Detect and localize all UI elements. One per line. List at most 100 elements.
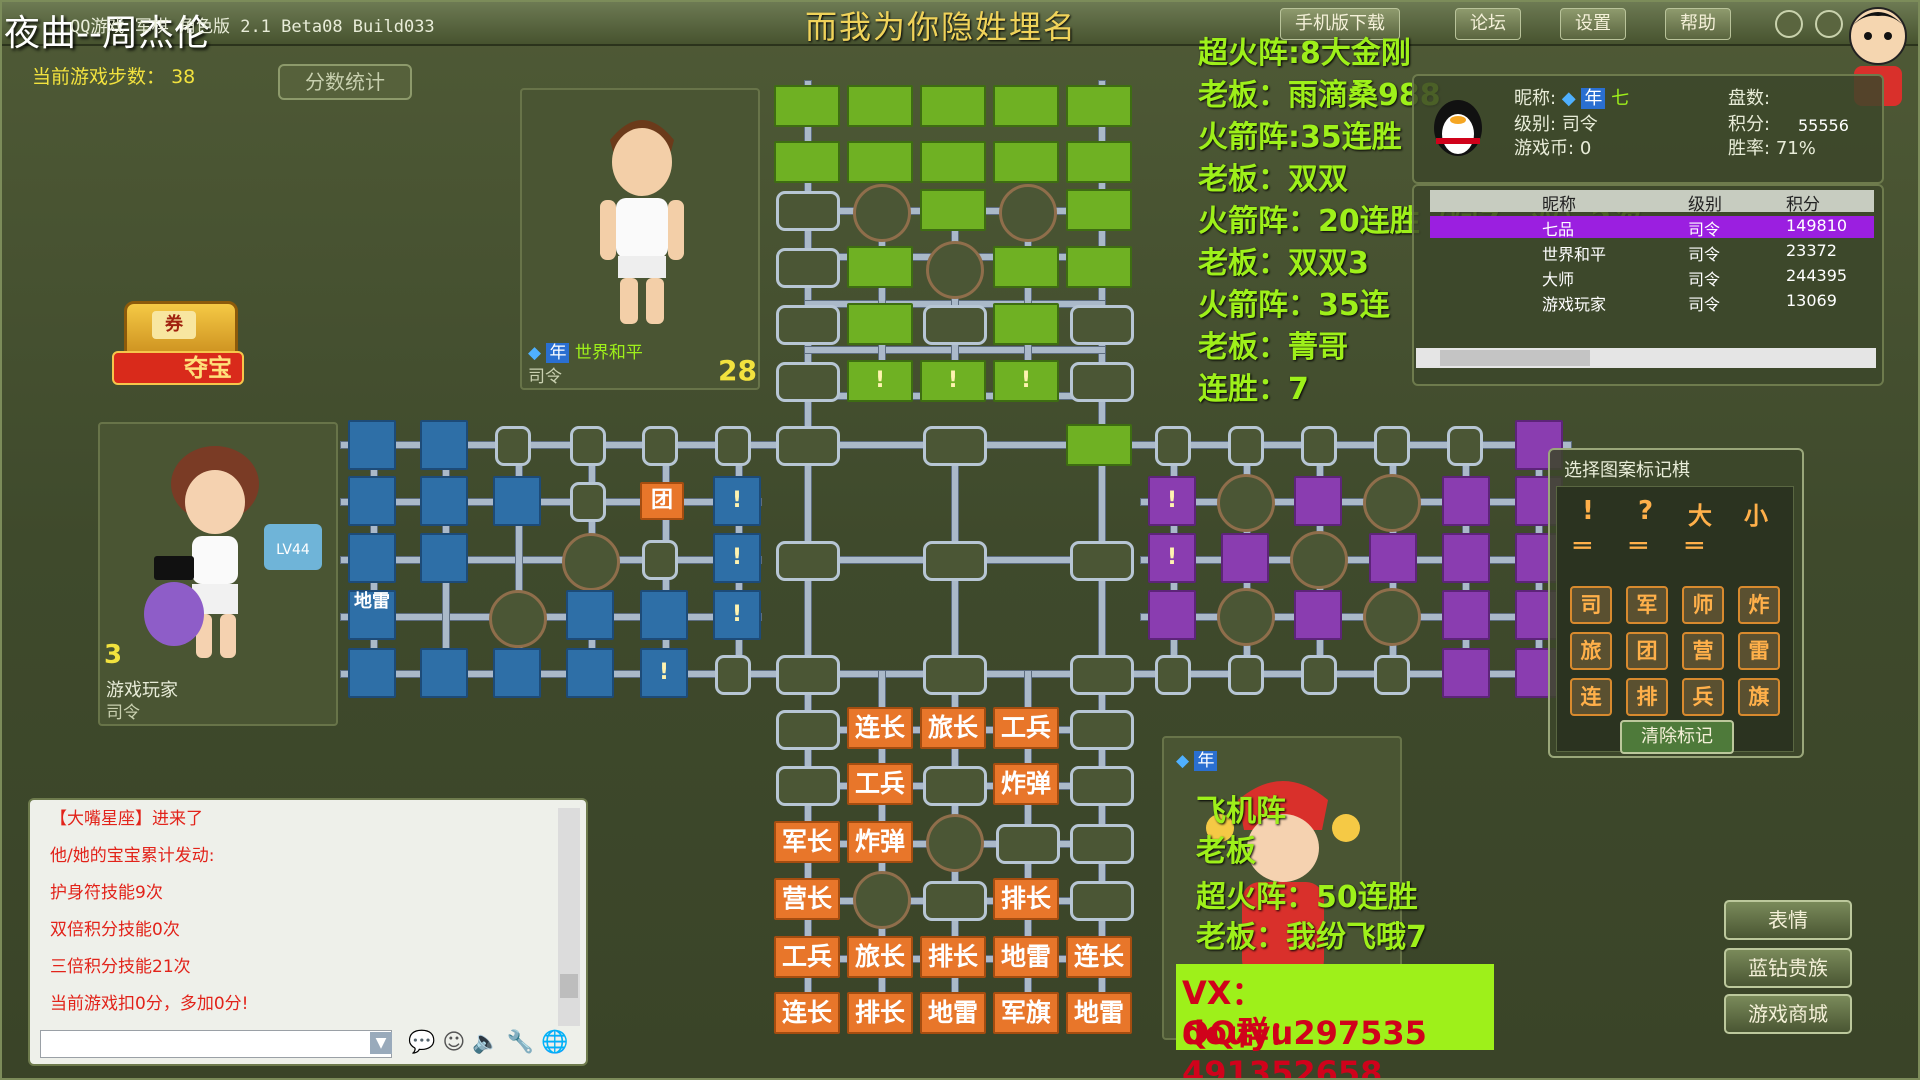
settings-button[interactable]: 设置 bbox=[1560, 8, 1626, 40]
row-name: 游戏玩家 bbox=[1542, 295, 1607, 314]
my-piece[interactable]: 地雷 bbox=[920, 992, 986, 1034]
my-piece[interactable]: 地雷 bbox=[1066, 992, 1132, 1034]
mark-piece-button[interactable]: 司 bbox=[1570, 586, 1612, 624]
mark-piece-button[interactable]: 团 bbox=[1626, 632, 1668, 670]
step-counter: 当前游戏步数： 38 bbox=[32, 62, 195, 89]
coins-value: 0 bbox=[1579, 138, 1592, 159]
treasure-chest[interactable]: 券 夺宝 bbox=[112, 295, 247, 390]
mark-tag[interactable]: ! bbox=[640, 648, 688, 698]
my-piece[interactable]: 旅长 bbox=[847, 936, 913, 978]
contact-box: VX：douyu297535 QQ群：491352658 bbox=[1176, 964, 1494, 1080]
mark-symbol[interactable]: ? bbox=[1638, 496, 1653, 526]
mark-tag[interactable]: ! bbox=[847, 360, 913, 402]
table-row[interactable]: 七品 司令 149810 bbox=[1430, 216, 1874, 239]
mark-piece-button[interactable]: 兵 bbox=[1682, 678, 1724, 716]
overlay-line: 老板 bbox=[1196, 834, 1256, 869]
player-list-panel: 昵称 级别 积分 七品 司令 149810 世界和平 司令 23372 大师 司… bbox=[1412, 184, 1884, 386]
left-player-lv: LV44 bbox=[276, 542, 310, 558]
my-piece[interactable]: 营长 bbox=[774, 878, 840, 920]
mark-piece-button[interactable]: 炸 bbox=[1738, 586, 1780, 624]
mark-piece-button[interactable]: 排 bbox=[1626, 678, 1668, 716]
vip-year-badge: 年 bbox=[1581, 88, 1606, 109]
col-header-score: 积分 bbox=[1786, 195, 1820, 215]
qq-penguin-icon bbox=[1428, 94, 1488, 158]
my-piece[interactable]: 地雷 bbox=[993, 936, 1059, 978]
chevron-down-icon[interactable]: ▼ bbox=[370, 1032, 392, 1054]
my-piece[interactable]: 军长 bbox=[774, 821, 840, 863]
clear-marks-button[interactable]: 清除标记 bbox=[1620, 720, 1734, 754]
my-piece[interactable]: 工兵 bbox=[993, 707, 1059, 749]
row-score: 244395 bbox=[1786, 266, 1848, 285]
mark-tag[interactable]: ! bbox=[713, 590, 761, 640]
banner-text: 而我为你隐姓埋名 bbox=[805, 8, 1078, 46]
maximize-icon[interactable] bbox=[1815, 10, 1843, 38]
chat-line: 当前游戏扣0分，多加0分! bbox=[50, 994, 249, 1014]
mark-tag[interactable]: ! bbox=[1148, 476, 1196, 526]
level-value: 司令 bbox=[1561, 114, 1598, 135]
emoji-button[interactable]: 表情 bbox=[1724, 900, 1852, 940]
blue-diamond-button[interactable]: 蓝钻贵族 bbox=[1724, 948, 1852, 988]
globe-icon[interactable]: 🌐 bbox=[541, 1030, 568, 1055]
my-piece[interactable]: 工兵 bbox=[847, 763, 913, 805]
my-piece[interactable]: 排长 bbox=[920, 936, 986, 978]
my-piece[interactable]: 排长 bbox=[847, 992, 913, 1034]
mark-tag[interactable]: ! bbox=[713, 476, 761, 526]
my-piece[interactable]: 炸弹 bbox=[847, 821, 913, 863]
mark-piece-button[interactable]: 连 bbox=[1570, 678, 1612, 716]
mark-piece-button[interactable]: 师 bbox=[1682, 586, 1724, 624]
row-rank: 司令 bbox=[1688, 295, 1721, 314]
row-score: 23372 bbox=[1786, 241, 1837, 260]
score-label: 积分: bbox=[1728, 114, 1771, 135]
table-row[interactable]: 游戏玩家 司令 13069 bbox=[1430, 291, 1874, 314]
mark-piece-button[interactable]: 营 bbox=[1682, 632, 1724, 670]
mark-tag[interactable]: ! bbox=[993, 360, 1059, 402]
forum-button[interactable]: 论坛 bbox=[1455, 8, 1521, 40]
level-row: 级别: 司令 bbox=[1514, 110, 1598, 136]
mark-symbol[interactable]: 小 bbox=[1744, 496, 1768, 531]
win-label: 胜率: bbox=[1728, 138, 1771, 159]
my-piece[interactable]: 连长 bbox=[774, 992, 840, 1034]
mark-piece-button[interactable]: 军 bbox=[1626, 586, 1668, 624]
mark-piece-button[interactable]: 雷 bbox=[1738, 632, 1780, 670]
my-piece[interactable]: 旅长 bbox=[920, 707, 986, 749]
chat-scrollbar[interactable] bbox=[558, 808, 580, 1026]
mark-tag[interactable]: ! bbox=[713, 533, 761, 583]
games-label: 盘数: bbox=[1728, 88, 1771, 109]
table-row[interactable]: 大师 司令 244395 bbox=[1430, 266, 1874, 289]
table-row[interactable]: 世界和平 司令 23372 bbox=[1430, 241, 1874, 264]
left-mark-mine[interactable]: 地雷 bbox=[348, 590, 396, 640]
my-piece[interactable]: 连长 bbox=[1066, 936, 1132, 978]
my-piece[interactable]: 排长 bbox=[993, 878, 1059, 920]
left-player-rank: 司令 bbox=[106, 703, 140, 723]
mark-piece-button[interactable]: 旗 bbox=[1738, 678, 1780, 716]
scrollbar-thumb[interactable] bbox=[1440, 350, 1590, 366]
game-shop-button[interactable]: 游戏商城 bbox=[1724, 994, 1852, 1034]
wrench-icon[interactable]: 🔧 bbox=[507, 1030, 534, 1055]
mark-tag[interactable]: ! bbox=[1148, 533, 1196, 583]
minimize-icon[interactable] bbox=[1775, 10, 1803, 38]
my-piece[interactable]: 工兵 bbox=[774, 936, 840, 978]
help-button[interactable]: 帮助 bbox=[1665, 8, 1731, 40]
equal-mark-icon[interactable]: ═ bbox=[1686, 532, 1703, 560]
my-piece[interactable]: 连长 bbox=[847, 707, 913, 749]
speaker-icon[interactable]: 🔈 bbox=[472, 1030, 499, 1055]
level-label: 级别: bbox=[1514, 114, 1557, 135]
mark-tag[interactable]: ! bbox=[920, 360, 986, 402]
my-piece[interactable]: 军旗 bbox=[993, 992, 1059, 1034]
treasure-label: 夺宝 bbox=[112, 351, 244, 385]
mark-symbol[interactable]: ! bbox=[1582, 496, 1594, 526]
equal-mark-icon[interactable]: ═ bbox=[1630, 532, 1647, 560]
chat-input[interactable] bbox=[40, 1030, 392, 1058]
app-name: QQ游戏 军棋 bbox=[70, 17, 169, 37]
bubble-icon[interactable]: 💬 bbox=[408, 1030, 435, 1055]
scrollbar-thumb[interactable] bbox=[560, 974, 578, 998]
mark-tag[interactable]: 团 bbox=[640, 482, 684, 520]
mark-symbol[interactable]: 大 bbox=[1688, 496, 1712, 531]
my-piece[interactable]: 炸弹 bbox=[993, 763, 1059, 805]
diamond-icon: ◆ bbox=[1176, 751, 1190, 771]
smiley-icon[interactable]: ☺ bbox=[442, 1030, 465, 1055]
horizontal-scrollbar[interactable] bbox=[1416, 348, 1876, 368]
mark-piece-button[interactable]: 旅 bbox=[1570, 632, 1612, 670]
equal-mark-icon[interactable]: ═ bbox=[1574, 532, 1591, 560]
contact-qq: QQ群：491352658 bbox=[1182, 1014, 1383, 1080]
